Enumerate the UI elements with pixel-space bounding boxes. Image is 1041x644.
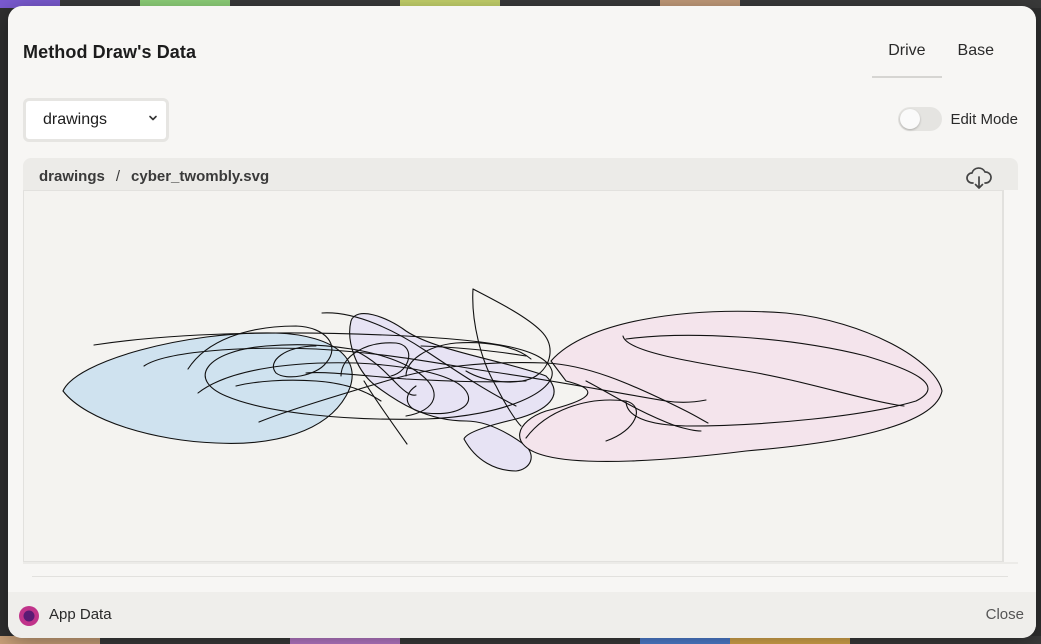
breadcrumb-folder[interactable]: drawings [39, 168, 105, 185]
svg-preview [23, 190, 1003, 562]
cloud-download-icon[interactable] [966, 166, 992, 190]
edit-mode-control: Edit Mode [898, 107, 1018, 131]
folder-select-value: drawings [43, 111, 108, 128]
file-viewer: drawings / cyber_twombly.svg [23, 158, 1018, 564]
breadcrumb-file: cyber_twombly.svg [131, 167, 270, 185]
modal-footer: App Data Close [8, 592, 1036, 638]
modal-title: Method Draw's Data [23, 42, 197, 62]
close-button[interactable]: Close [986, 606, 1024, 623]
app-data-modal: Method Draw's Data Drive Base drawings E… [8, 6, 1036, 638]
edit-mode-label: Edit Mode [950, 110, 1018, 128]
tab-base[interactable]: Base [942, 36, 1010, 78]
drawing-preview [62, 288, 943, 472]
storage-tabs: Drive Base [872, 36, 1010, 78]
lavender-shape [349, 313, 555, 472]
footer-app-label: App Data [49, 606, 112, 623]
edit-mode-toggle[interactable] [898, 107, 943, 131]
toggle-knob [900, 109, 921, 129]
vertical-scrollbar[interactable] [1003, 190, 1018, 562]
footer-divider [32, 576, 1008, 577]
breadcrumb: drawings / cyber_twombly.svg [23, 158, 1018, 194]
tab-drive[interactable]: Drive [872, 36, 942, 78]
chevron-down-icon [149, 115, 157, 121]
app-data-icon [19, 606, 39, 626]
folder-select[interactable]: drawings [23, 98, 169, 142]
breadcrumb-separator: / [115, 167, 121, 185]
